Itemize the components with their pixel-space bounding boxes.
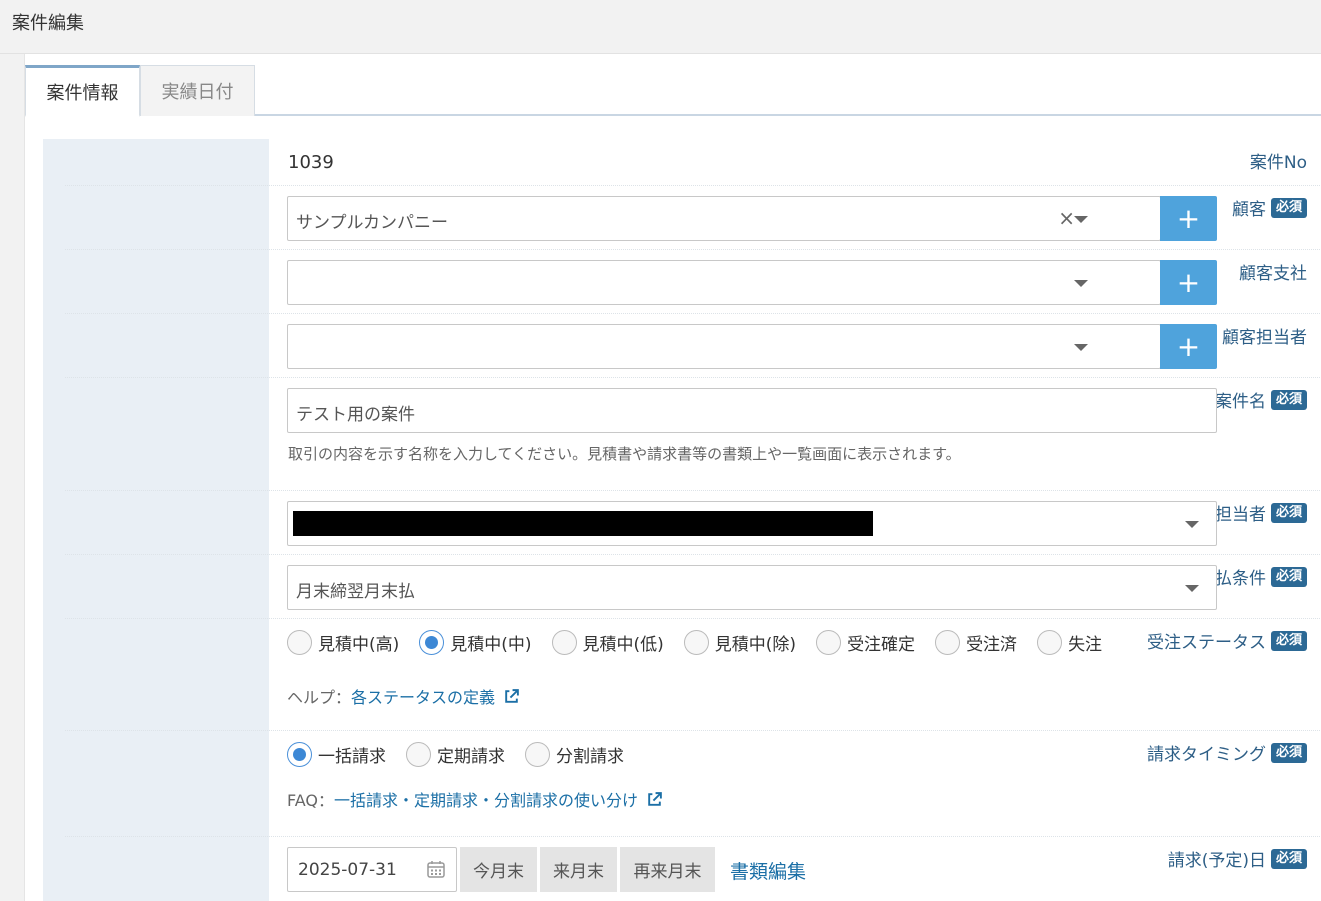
tab-actual-dates[interactable]: 実績日付 xyxy=(140,65,255,116)
required-badge: 必須 xyxy=(1270,502,1307,523)
billing-date-input[interactable]: 2025-07-31 xyxy=(287,847,457,892)
order-status-option[interactable]: 受注確定 xyxy=(816,630,915,655)
label-assignee: 担当者 必須 xyxy=(1215,500,1307,525)
required-badge: 必須 xyxy=(1270,389,1307,410)
label-case-no: 案件No xyxy=(1249,153,1307,173)
order-status-option[interactable]: 見積中(除) xyxy=(683,630,796,655)
required-badge: 必須 xyxy=(1270,197,1307,218)
radio-icon[interactable] xyxy=(816,630,842,655)
row-order-status: 受注ステータス 必須 見積中(高) 見積中(中) 見積中(低) 見積中(除) 受注… xyxy=(43,619,1321,731)
order-status-option[interactable]: 受注済 xyxy=(935,630,1017,655)
payment-terms-select[interactable]: 月末締翌月末払 xyxy=(287,565,1217,610)
order-status-help: ヘルプ： 各ステータスの定義 xyxy=(287,684,520,708)
row-billing-date: 請求(予定)日 必須 2025-07-31 今月末 来月末 再来月末 書類編集 xyxy=(43,837,1321,901)
add-customer-contact-button[interactable]: + xyxy=(1160,324,1217,369)
billing-timing-option[interactable]: 定期請求 xyxy=(406,742,505,767)
order-status-option[interactable]: 見積中(低) xyxy=(551,630,664,655)
billing-timing-radio-group: 一括請求 定期請求 分割請求 xyxy=(287,742,644,767)
order-status-option[interactable]: 見積中(高) xyxy=(287,630,399,655)
page-header: 案件編集 xyxy=(0,0,1321,54)
required-badge: 必須 xyxy=(1270,848,1307,869)
radio-icon[interactable] xyxy=(1037,630,1063,655)
label-customer: 顧客 必須 xyxy=(1232,195,1307,220)
row-assignee: 担当者 必須 xyxy=(43,491,1321,555)
clear-icon[interactable]: × xyxy=(1058,206,1075,230)
billing-faq-link[interactable]: 一括請求・定期請求・分割請求の使い分け xyxy=(334,787,638,811)
tab-bar: 案件情報 実績日付 xyxy=(25,65,1321,117)
radio-icon[interactable] xyxy=(683,630,709,655)
external-link-icon[interactable] xyxy=(503,688,520,705)
chevron-down-icon xyxy=(1074,344,1088,351)
row-case-name: 案件名 必須 テスト用の案件 取引の内容を示す名称を入力してください。見積書や請求… xyxy=(43,378,1321,491)
order-status-radio-group: 見積中(高) 見積中(中) 見積中(低) 見積中(除) 受注確定 受注済 失注 xyxy=(287,630,1122,655)
radio-icon[interactable] xyxy=(406,742,431,767)
radio-checked-icon[interactable] xyxy=(287,742,312,767)
label-billing-date: 請求(予定)日 必須 xyxy=(1168,846,1307,871)
row-customer: 顧客 必須 サンプルカンパニー × + xyxy=(43,186,1321,250)
required-badge: 必須 xyxy=(1270,630,1307,651)
customer-contact-select[interactable] xyxy=(287,324,1161,369)
order-status-option[interactable]: 失注 xyxy=(1037,630,1102,655)
radio-icon[interactable] xyxy=(935,630,961,655)
radio-icon[interactable] xyxy=(525,742,550,767)
edit-documents-link[interactable]: 書類編集 xyxy=(730,857,806,884)
this-month-end-button[interactable]: 今月末 xyxy=(460,847,537,892)
row-customer-contact: 顧客担当者 + xyxy=(43,314,1321,378)
label-order-status: 受注ステータス 必須 xyxy=(1147,628,1307,653)
label-case-name: 案件名 必須 xyxy=(1215,387,1307,412)
page-title: 案件編集 xyxy=(12,13,84,34)
chevron-down-icon xyxy=(1185,585,1199,592)
add-customer-button[interactable]: + xyxy=(1160,196,1217,241)
radio-checked-icon[interactable] xyxy=(419,630,445,655)
case-name-help: 取引の内容を示す名称を入力してください。見積書や請求書等の書類上や一覧画面に表示… xyxy=(288,445,961,463)
case-name-input[interactable]: テスト用の案件 xyxy=(287,388,1217,433)
label-billing-timing: 請求タイミング 必須 xyxy=(1147,740,1307,765)
case-no-value: 1039 xyxy=(288,152,334,173)
assignee-select[interactable] xyxy=(287,501,1217,546)
radio-icon[interactable] xyxy=(287,630,312,655)
edit-panel: 案件情報 実績日付 案件No 1039 顧客 必須 サンプルカンパニー × + 顧… xyxy=(24,54,1321,901)
month-after-next-end-button[interactable]: 再来月末 xyxy=(620,847,715,892)
status-definition-link[interactable]: 各ステータスの定義 xyxy=(351,684,495,708)
next-month-end-button[interactable]: 来月末 xyxy=(540,847,617,892)
customer-select[interactable]: サンプルカンパニー × xyxy=(287,196,1161,241)
customer-branch-select[interactable] xyxy=(287,260,1161,305)
calendar-icon[interactable] xyxy=(426,859,446,879)
tab-case-info[interactable]: 案件情報 xyxy=(25,65,140,117)
add-customer-branch-button[interactable]: + xyxy=(1160,260,1217,305)
chevron-down-icon xyxy=(1074,216,1088,223)
required-badge: 必須 xyxy=(1270,742,1307,763)
chevron-down-icon xyxy=(1074,280,1088,287)
required-badge: 必須 xyxy=(1270,566,1307,587)
label-customer-branch: 顧客支社 xyxy=(1239,264,1307,284)
row-customer-branch: 顧客支社 + xyxy=(43,250,1321,314)
radio-icon[interactable] xyxy=(551,630,577,655)
redacted-value xyxy=(293,511,873,536)
chevron-down-icon xyxy=(1185,521,1199,528)
label-customer-contact: 顧客担当者 xyxy=(1222,328,1307,348)
billing-timing-option[interactable]: 一括請求 xyxy=(287,742,386,767)
row-billing-timing: 請求タイミング 必須 一括請求 定期請求 分割請求 FAQ： 一括請求・定期請求・… xyxy=(43,731,1321,837)
billing-timing-faq: FAQ： 一括請求・定期請求・分割請求の使い分け xyxy=(287,787,663,811)
row-case-no: 案件No 1039 xyxy=(43,139,1321,186)
billing-timing-option[interactable]: 分割請求 xyxy=(525,742,624,767)
order-status-option[interactable]: 見積中(中) xyxy=(419,630,532,655)
row-payment-terms: 支払条件 必須 月末締翌月末払 xyxy=(43,555,1321,619)
external-link-icon[interactable] xyxy=(646,791,663,808)
